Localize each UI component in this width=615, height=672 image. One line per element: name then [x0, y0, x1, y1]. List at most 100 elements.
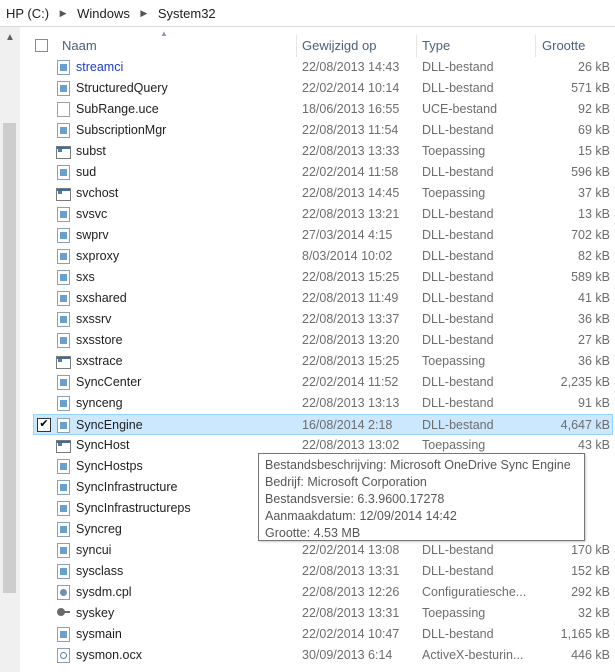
- file-row[interactable]: sxsstore 22/08/2013 13:20 DLL-bestand 27 kB: [20, 330, 615, 351]
- file-row[interactable]: svsvc 22/08/2013 13:21 DLL-bestand 13 kB: [20, 204, 615, 225]
- breadcrumb-system32[interactable]: System32: [152, 6, 216, 21]
- file-row[interactable]: sxstrace 22/08/2013 15:25 Toepassing 36 kB: [20, 351, 615, 372]
- column-header: ▲ Naam Gewijzigd op Type Grootte: [20, 27, 615, 60]
- file-row[interactable]: SyncCenter 22/02/2014 11:52 DLL-bestand 2,2…: [20, 372, 615, 393]
- file-type: Toepassing: [422, 144, 486, 158]
- file-row[interactable]: SubRange.uce 18/06/2013 16:55 UCE-bestand 9…: [20, 99, 615, 120]
- file-name: sud: [76, 165, 97, 179]
- tooltip-company: Bedrijf: Microsoft Corporation: [265, 475, 427, 489]
- file-name: subst: [76, 144, 106, 158]
- file-size: 92 kB: [578, 102, 610, 116]
- dll-file-icon: [57, 312, 70, 327]
- file-row[interactable]: sxssrv 22/08/2013 13:37 DLL-bestand 36 kB: [20, 309, 615, 330]
- file-size: 36 kB: [578, 354, 610, 368]
- file-row[interactable]: ✔ SyncEngine 16/08/2014 2:18 DLL-bestand 4,6…: [33, 414, 613, 435]
- file-row[interactable]: synceng 22/08/2013 13:13 DLL-bestand 91 kB: [20, 393, 615, 414]
- file-date: 30/09/2013 6:14: [302, 648, 393, 662]
- tooltip-created: Aanmaakdatum: 12/09/2014 14:42: [265, 509, 457, 523]
- file-row[interactable]: sysdm.cpl 22/08/2013 12:26 Configuratiesch…: [20, 582, 615, 603]
- dll-file-icon: [57, 522, 70, 537]
- file-size: 91 kB: [578, 396, 610, 410]
- file-row[interactable]: swprv 27/03/2014 4:15 DLL-bestand 702 kB: [20, 225, 615, 246]
- file-date: 22/08/2013 13:21: [302, 207, 400, 221]
- tooltip-size: Grootte: 4.53 MB: [265, 526, 361, 540]
- file-type: DLL-bestand: [422, 207, 494, 221]
- file-name: sxproxy: [76, 249, 120, 263]
- file-name: sysclass: [76, 564, 124, 578]
- file-date: 22/08/2013 13:37: [302, 312, 400, 326]
- column-divider[interactable]: [296, 35, 297, 57]
- file-row[interactable]: syskey 22/08/2013 13:31 Toepassing 32 kB: [20, 603, 615, 624]
- header-name[interactable]: Naam: [62, 27, 292, 60]
- file-name: SyncEngine: [76, 418, 143, 432]
- select-all-checkbox[interactable]: [35, 39, 48, 52]
- application-icon: [56, 356, 71, 369]
- file-type: Toepassing: [422, 354, 486, 368]
- file-date: 22/08/2013 13:13: [302, 396, 400, 410]
- scroll-thumb[interactable]: [3, 123, 16, 593]
- file-row[interactable]: svchost 22/08/2013 14:45 Toepassing 37 kB: [20, 183, 615, 204]
- control-panel-icon: [57, 585, 70, 600]
- file-row[interactable]: sud 22/02/2014 11:58 DLL-bestand 596 kB: [20, 162, 615, 183]
- file-date: 22/08/2013 12:26: [302, 585, 400, 599]
- file-row[interactable]: sysmon.ocx 30/09/2013 6:14 ActiveX-besturi…: [20, 645, 615, 666]
- file-type: DLL-bestand: [422, 249, 494, 263]
- column-divider[interactable]: [535, 35, 536, 57]
- dll-file-icon: [57, 501, 70, 516]
- header-date[interactable]: Gewijzigd op: [302, 27, 412, 60]
- file-row[interactable]: StructuredQuery 22/02/2014 10:14 DLL-besta…: [20, 78, 615, 99]
- file-type: DLL-bestand: [422, 60, 494, 74]
- file-row[interactable]: subst 22/08/2013 13:33 Toepassing 15 kB: [20, 141, 615, 162]
- file-type: Configuratiesche...: [422, 585, 527, 599]
- file-size: 1,165 kB: [560, 627, 610, 641]
- file-row[interactable]: syncui 22/02/2014 13:08 DLL-bestand 170 kB: [20, 540, 615, 561]
- file-type: DLL-bestand: [422, 627, 494, 641]
- file-type: UCE-bestand: [422, 102, 498, 116]
- row-checkbox[interactable]: ✔: [37, 418, 51, 432]
- chevron-right-icon[interactable]: ▶: [55, 8, 71, 19]
- file-size: 69 kB: [578, 123, 610, 137]
- file-row[interactable]: SubscriptionMgr 22/08/2013 11:54 DLL-besta…: [20, 120, 615, 141]
- tooltip-description: Bestandsbeschrijving: Microsoft OneDrive…: [265, 458, 571, 472]
- dll-file-icon: [57, 396, 70, 411]
- file-row[interactable]: streamci 22/08/2013 14:43 DLL-bestand 26 kB: [20, 57, 615, 78]
- file-name: sxshared: [76, 291, 127, 305]
- application-icon: [56, 440, 71, 453]
- dll-file-icon: [57, 60, 70, 75]
- file-row[interactable]: sysmain 22/02/2014 10:47 DLL-bestand 1,165 …: [20, 624, 615, 645]
- breadcrumb-windows[interactable]: Windows: [71, 6, 130, 21]
- file-date: 22/02/2014 13:08: [302, 543, 400, 557]
- file-name: sysmain: [76, 627, 122, 641]
- dll-file-icon: [57, 81, 70, 96]
- file-row[interactable]: sxshared 22/08/2013 11:49 DLL-bestand 41 kB: [20, 288, 615, 309]
- file-date: 18/06/2013 16:55: [302, 102, 400, 116]
- file-type: DLL-bestand: [422, 312, 494, 326]
- file-type: DLL-bestand: [422, 165, 494, 179]
- file-name: SubscriptionMgr: [76, 123, 167, 137]
- file-row[interactable]: sxproxy 8/03/2014 10:02 DLL-bestand 82 kB: [20, 246, 615, 267]
- file-size: 41 kB: [578, 291, 610, 305]
- file-row[interactable]: sysclass 22/08/2013 13:31 DLL-bestand 152 k…: [20, 561, 615, 582]
- file-date: 22/02/2014 10:14: [302, 81, 400, 95]
- file-size: 13 kB: [578, 207, 610, 221]
- file-size: 446 kB: [571, 648, 610, 662]
- file-size: 82 kB: [578, 249, 610, 263]
- application-icon: [56, 146, 71, 159]
- file-size: 589 kB: [571, 270, 610, 284]
- dll-file-icon: [57, 564, 70, 579]
- vertical-scrollbar[interactable]: ▲: [0, 27, 20, 672]
- header-type[interactable]: Type: [422, 27, 532, 60]
- file-name: syskey: [76, 606, 115, 620]
- breadcrumb-drive[interactable]: HP (C:): [0, 6, 49, 21]
- file-date: 22/08/2013 13:20: [302, 333, 400, 347]
- file-row[interactable]: sxs 22/08/2013 15:25 DLL-bestand 589 kB: [20, 267, 615, 288]
- scroll-up-icon[interactable]: ▲: [0, 27, 20, 47]
- file-type: DLL-bestand: [422, 270, 494, 284]
- chevron-right-icon[interactable]: ▶: [136, 8, 152, 19]
- column-divider[interactable]: [416, 35, 417, 57]
- file-type: DLL-bestand: [422, 123, 494, 137]
- file-date: 8/03/2014 10:02: [302, 249, 393, 263]
- header-size[interactable]: Grootte: [542, 27, 612, 60]
- file-date: 22/08/2013 14:43: [302, 60, 400, 74]
- file-type: DLL-bestand: [422, 564, 494, 578]
